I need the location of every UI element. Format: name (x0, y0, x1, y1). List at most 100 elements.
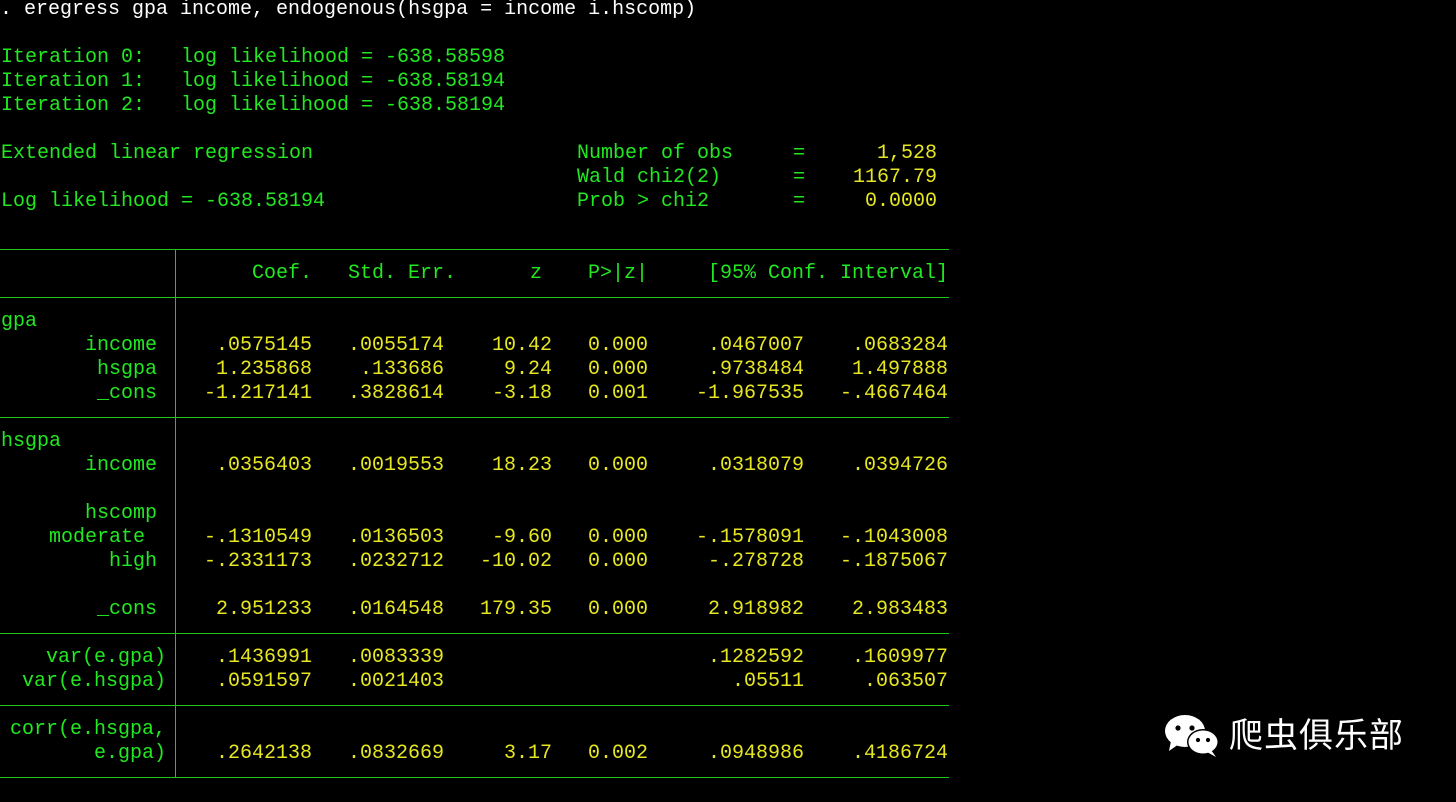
row-label: var(e.hsgpa) (21, 670, 166, 693)
stat-label: Number of obs (577, 142, 734, 165)
cell-ci-upper: -.1875067 (839, 550, 948, 573)
table-bottom-rule (0, 777, 949, 778)
table-section-rule (0, 417, 949, 418)
cell-z (470, 670, 552, 694)
iteration-loglik: log likelihood = -638.58194 (181, 70, 506, 93)
cell-std-err: .0232712 (347, 550, 444, 573)
cell-ci-lower: .0948986 (707, 742, 804, 765)
cell-coef: .0591597 (215, 670, 312, 693)
cell-std-err: .0083339 (347, 646, 444, 669)
header-z: z (529, 262, 542, 285)
cell-ci-upper: .063507 (863, 670, 948, 693)
equation-label: gpa (1, 310, 38, 333)
cell-coef: -1.217141 (203, 382, 312, 405)
cell-ci-lower: .05511 (731, 670, 804, 693)
cell-p-value: 0.000 (587, 454, 648, 477)
cell-p-value: 0.000 (587, 550, 648, 573)
wechat-icon (1163, 713, 1221, 759)
wechat-watermark: 爬虫俱乐部 (1163, 712, 1404, 760)
cell-ci-upper: -.1043008 (839, 526, 948, 549)
watermark-text: 爬虫俱乐部 (1229, 716, 1404, 756)
equation-label: hsgpa (1, 430, 62, 453)
cell-ci-lower: 2.918982 (707, 598, 804, 621)
stat-value: 1,528 (876, 142, 937, 165)
row-label: income (84, 334, 157, 357)
cell-z: -3.18 (491, 382, 552, 405)
cell-std-err: .0019553 (347, 454, 444, 477)
cell-coef: .0575145 (215, 334, 312, 357)
cell-std-err: .0164548 (347, 598, 444, 621)
cell-z: -9.60 (491, 526, 552, 549)
cell-ci-upper: .4186724 (851, 742, 948, 765)
row-label: e.gpa) (93, 742, 166, 765)
cell-ci-upper: 1.497888 (851, 358, 948, 381)
stat-value: 0.0000 (864, 190, 937, 213)
cell-ci-lower: -.278728 (707, 550, 804, 573)
cell-coef: -.1310549 (203, 526, 312, 549)
cell-std-err: .3828614 (347, 382, 444, 405)
cell-ci-upper: 2.983483 (851, 598, 948, 621)
cell-ci-lower: .1282592 (707, 646, 804, 669)
header-ci: [95% Conf. Interval] (707, 262, 948, 285)
stat-label: Prob > chi2 (577, 190, 710, 213)
table-header-rule (0, 297, 949, 298)
cell-ci-lower: .0318079 (707, 454, 804, 477)
iteration-label: Iteration 1: (1, 70, 146, 93)
cell-p-value: 0.001 (587, 382, 648, 405)
cell-ci-upper: .0683284 (851, 334, 948, 357)
row-label: hsgpa (96, 358, 157, 381)
table-section-rule (0, 633, 949, 634)
stat-equals: = (793, 166, 806, 189)
iteration-loglik: log likelihood = -638.58598 (181, 46, 506, 69)
factor-label: hscomp (84, 502, 157, 525)
cell-std-err: .0832669 (347, 742, 444, 765)
cell-ci-lower: -1.967535 (695, 382, 804, 405)
stat-equals: = (793, 190, 806, 213)
cell-ci-upper: .0394726 (851, 454, 948, 477)
row-label: moderate (48, 526, 145, 549)
cell-std-err: .133686 (359, 358, 444, 381)
cell-coef: .1436991 (215, 646, 312, 669)
cell-z: 10.42 (491, 334, 552, 357)
cell-p-value: 0.000 (587, 598, 648, 621)
cell-coef: -.2331173 (203, 550, 312, 573)
cell-z (470, 646, 552, 670)
iteration-loglik: log likelihood = -638.58194 (181, 94, 506, 117)
cell-coef: 1.235868 (215, 358, 312, 381)
stata-results-window: . eregress gpa income, endogenous(hsgpa … (0, 0, 1456, 802)
cell-coef: .0356403 (215, 454, 312, 477)
cell-z: 179.35 (479, 598, 552, 621)
cell-z: 3.17 (503, 742, 552, 765)
cell-p-value: 0.000 (587, 526, 648, 549)
table-section-rule (0, 705, 949, 706)
cell-ci-upper: -.4667464 (839, 382, 948, 405)
cell-p-value (560, 670, 648, 694)
row-label: high (108, 550, 157, 573)
row-label: corr(e.hsgpa, (9, 718, 166, 741)
cell-ci-upper: .1609977 (851, 646, 948, 669)
log-likelihood: Log likelihood = -638.58194 (1, 190, 326, 213)
stat-label: Wald chi2(2) (577, 166, 722, 189)
iteration-label: Iteration 0: (1, 46, 146, 69)
cell-z: 9.24 (503, 358, 552, 381)
cell-std-err: .0055174 (347, 334, 444, 357)
row-label: _cons (96, 382, 157, 405)
cell-std-err: .0021403 (347, 670, 444, 693)
stat-value: 1167.79 (852, 166, 937, 189)
command-line: . eregress gpa income, endogenous(hsgpa … (0, 0, 697, 21)
cell-ci-lower: .9738484 (707, 358, 804, 381)
cell-p-value: 0.002 (587, 742, 648, 765)
cell-z: -10.02 (479, 550, 552, 573)
cell-ci-lower: .0467007 (707, 334, 804, 357)
table-column-rule (175, 249, 176, 777)
cell-z: 18.23 (491, 454, 552, 477)
stat-equals: = (793, 142, 806, 165)
cell-std-err: .0136503 (347, 526, 444, 549)
row-label: income (84, 454, 157, 477)
cell-p-value (560, 646, 648, 670)
cell-p-value: 0.000 (587, 334, 648, 357)
cell-ci-lower: -.1578091 (695, 526, 804, 549)
cell-coef: 2.951233 (215, 598, 312, 621)
table-top-rule (0, 249, 949, 250)
header-p: P>|z| (587, 262, 648, 285)
